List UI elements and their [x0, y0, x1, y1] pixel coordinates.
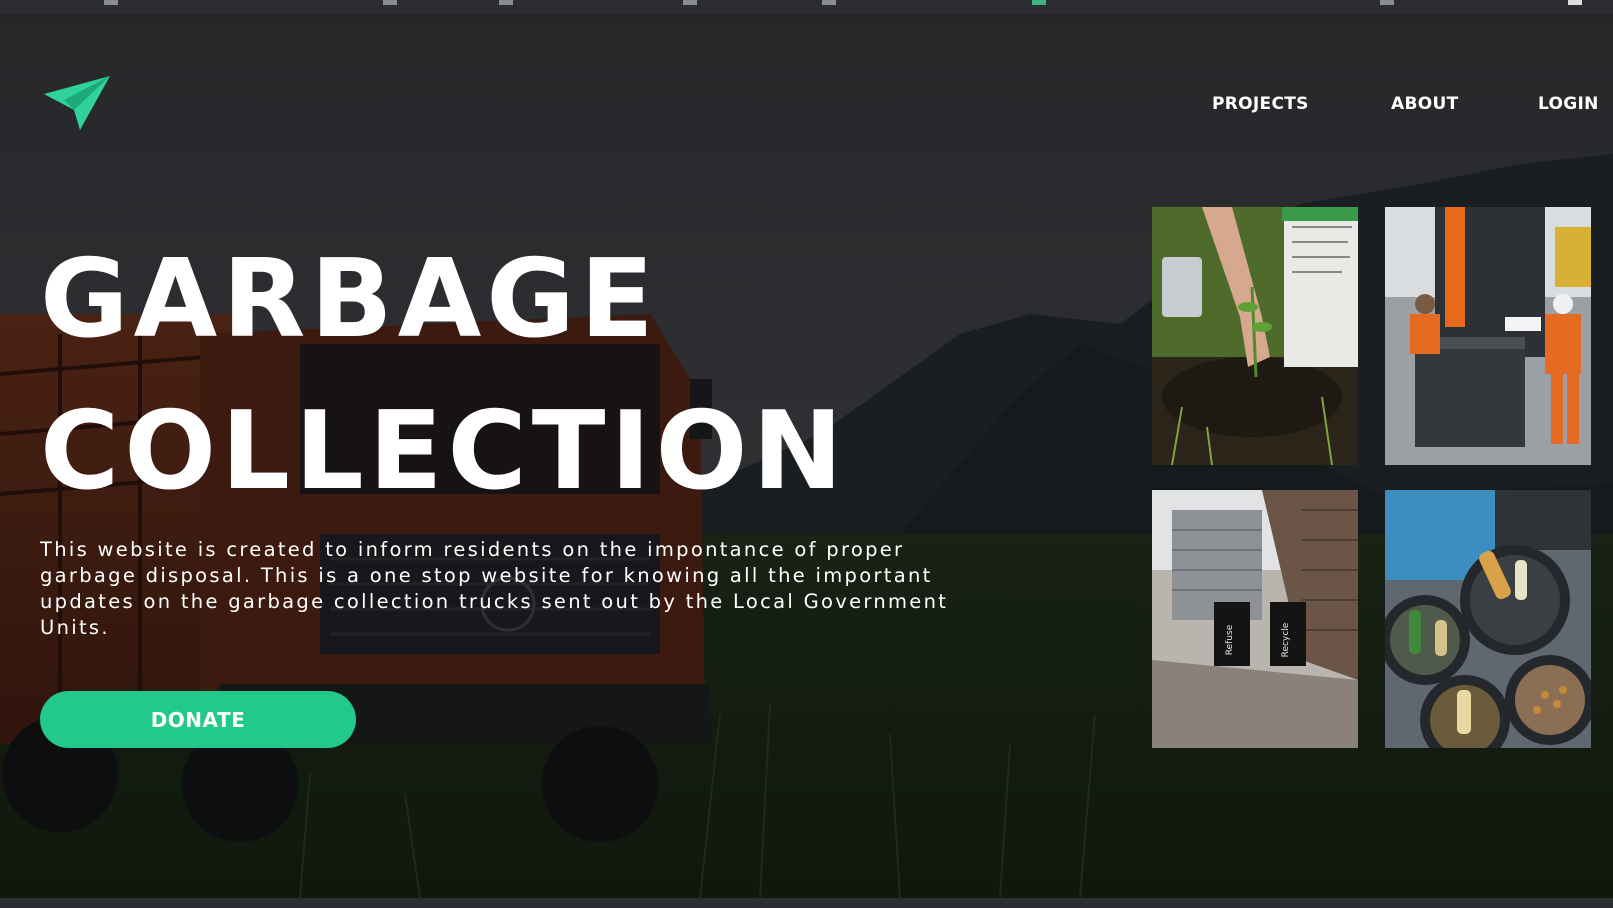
page: PROJECTS ABOUT LOGIN GARBAGE COLLECTION … — [0, 0, 1613, 908]
nav-about[interactable]: ABOUT — [1391, 94, 1458, 114]
hero-section: PROJECTS ABOUT LOGIN GARBAGE COLLECTION … — [0, 14, 1613, 898]
gallery-image-planting[interactable] — [1152, 207, 1358, 465]
tab-icon[interactable] — [1032, 0, 1046, 5]
tab-icon[interactable] — [683, 0, 697, 5]
hero-title-line1: GARBAGE — [40, 237, 659, 362]
bin-label-right: Recycle — [1281, 622, 1291, 657]
bin-label-left: Refuse — [1225, 624, 1235, 655]
gallery-image-workers[interactable] — [1385, 207, 1591, 465]
nav-projects[interactable]: PROJECTS — [1212, 94, 1309, 114]
tab-icon[interactable] — [1568, 0, 1582, 5]
browser-top-strip — [0, 0, 1613, 14]
hero-description: This website is created to inform reside… — [40, 538, 949, 639]
tab-icon[interactable] — [104, 0, 118, 5]
donate-button[interactable]: DONATE — [40, 691, 356, 748]
tab-icon[interactable] — [822, 0, 836, 5]
gallery-image-bins[interactable]: Refuse Recycle — [1152, 490, 1358, 748]
tab-icon[interactable] — [383, 0, 397, 5]
hero-title-line2: COLLECTION — [40, 389, 848, 514]
tab-icon[interactable] — [499, 0, 513, 5]
gallery-image-recycling[interactable] — [1385, 490, 1591, 748]
tab-icon[interactable] — [1380, 0, 1394, 5]
bottom-strip — [0, 898, 1613, 908]
nav-login[interactable]: LOGIN — [1538, 94, 1599, 114]
paper-plane-icon[interactable] — [44, 76, 110, 130]
